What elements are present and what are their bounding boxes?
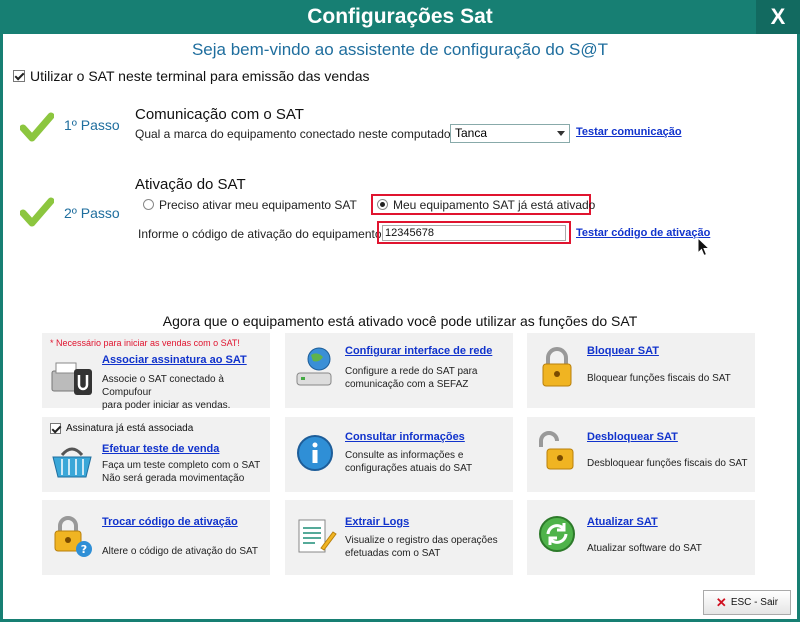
configurar-rede-link[interactable]: Configurar interface de rede (345, 345, 492, 357)
extrair-logs-desc: Visualize o registro das operações efetu… (345, 534, 510, 560)
card-atualizar-sat: Atualizar SAT Atualizar software do SAT (527, 500, 755, 575)
consultar-informacoes-desc: Consulte as informações e configurações … (345, 449, 510, 475)
lock-open-icon (539, 431, 574, 470)
step2-label: 2º Passo (64, 205, 120, 221)
close-button[interactable]: X (756, 0, 800, 34)
esc-exit-button[interactable]: ✕ ESC - Sair (703, 590, 791, 615)
test-communication-link[interactable]: Testar comunicação (576, 126, 682, 138)
logs-desc-line1: Visualize o registro das operações (345, 535, 498, 546)
radio-need-activation-button[interactable] (143, 199, 154, 210)
brand-select[interactable]: Tanca (450, 124, 570, 143)
activation-code-label: Informe o código de ativação do equipame… (138, 227, 385, 241)
network-globe-icon (296, 347, 332, 386)
brand-question: Qual a marca do equipamento conectado ne… (135, 127, 462, 141)
step2-check-icon (20, 197, 54, 227)
window-title: Configurações Sat (307, 5, 493, 28)
desbloquear-sat-link[interactable]: Desbloquear SAT (587, 431, 678, 443)
fiscal-printer-icon (51, 362, 92, 395)
radio-need-activation-label: Preciso ativar meu equipamento SAT (159, 198, 357, 212)
card-teste-venda: Assinatura já está associada Efetuar tes… (42, 417, 270, 492)
use-sat-checkbox-row[interactable]: Utilizar o SAT neste terminal para emiss… (13, 68, 370, 84)
title-bar: Configurações Sat X (0, 0, 800, 34)
esc-exit-label: ESC - Sair (730, 597, 779, 608)
card-bloquear-sat: Bloquear SAT Bloquear funções fiscais do… (527, 333, 755, 408)
bloquear-sat-desc: Bloquear funções fiscais do SAT (587, 373, 731, 384)
configurar-rede-desc: Configure a rede do SAT para comunicação… (345, 365, 510, 391)
test-activation-code-link[interactable]: Testar código de ativação (576, 227, 710, 239)
brand-select-value: Tanca (455, 126, 488, 140)
card-desbloquear-sat: Desbloquear SAT Desbloquear funções fisc… (527, 417, 755, 492)
atualizar-sat-desc: Atualizar software do SAT (587, 543, 702, 554)
mouse-cursor-icon (697, 237, 710, 257)
consultar-desc-line1: Consulte as informações e (345, 450, 464, 461)
step1-label: 1º Passo (64, 117, 120, 133)
log-document-icon (298, 519, 337, 553)
info-icon (297, 435, 333, 471)
bloquear-sat-link[interactable]: Bloquear SAT (587, 345, 659, 357)
assinatura-associada-label: Assinatura já está associada (66, 423, 194, 434)
required-note: * Necessário para iniciar as vendas com … (50, 338, 240, 348)
use-sat-checkbox[interactable] (13, 70, 25, 82)
rede-desc-line1: Configure a rede do SAT para (345, 366, 478, 377)
teste-desc-line2: Não será gerada movimentação (102, 473, 245, 484)
trocar-codigo-desc: Altere o código de ativação do SAT (102, 546, 259, 557)
activation-code-input[interactable]: 12345678 (382, 225, 566, 241)
svg-text:?: ? (81, 543, 87, 556)
use-sat-label: Utilizar o SAT neste terminal para emiss… (30, 68, 370, 84)
card-extrair-logs: Extrair Logs Visualize o registro das op… (285, 500, 513, 575)
functions-heading: Agora que o equipamento está ativado voc… (162, 313, 638, 329)
welcome-heading: Seja bem-vindo ao assistente de configur… (191, 40, 609, 59)
assinatura-associada-checkbox[interactable] (50, 423, 61, 434)
card-trocar-codigo: ? Trocar código de ativação Altere o cód… (42, 500, 270, 575)
step1-check-icon (20, 112, 54, 142)
associar-assinatura-link[interactable]: Associar assinatura ao SAT (102, 354, 247, 366)
close-icon: ✕ (715, 594, 727, 610)
step1-title: Comunicação com o SAT (135, 106, 304, 123)
desbloquear-sat-desc: Desbloquear funções fiscais do SAT (587, 458, 748, 469)
lock-help-icon: ? (54, 516, 92, 557)
trocar-codigo-link[interactable]: Trocar código de ativação (102, 516, 238, 528)
radio-already-activated-button[interactable] (377, 199, 388, 210)
consultar-informacoes-link[interactable]: Consultar informações (345, 431, 465, 443)
teste-venda-link[interactable]: Efetuar teste de venda (102, 443, 219, 455)
radio-need-activation[interactable]: Preciso ativar meu equipamento SAT (143, 198, 357, 212)
refresh-icon (539, 516, 575, 552)
teste-venda-desc: Faça um teste completo com o SAT Não ser… (102, 459, 267, 485)
associar-desc-line1: Associe o SAT conectado à Compufour (102, 374, 224, 398)
consultar-desc-line2: configurações atuais do SAT (345, 463, 473, 474)
radio-already-activated[interactable]: Meu equipamento SAT já está ativado (377, 198, 595, 212)
card-configurar-rede: Configurar interface de rede Configure a… (285, 333, 513, 408)
associar-assinatura-desc: Associe o SAT conectado à Compufour para… (102, 373, 267, 412)
chevron-down-icon (557, 131, 565, 136)
extrair-logs-link[interactable]: Extrair Logs (345, 516, 409, 528)
teste-desc-line1: Faça um teste completo com o SAT (102, 460, 261, 471)
atualizar-sat-link[interactable]: Atualizar SAT (587, 516, 658, 528)
lock-closed-icon (542, 347, 572, 387)
logs-desc-line2: efetuadas com o SAT (345, 548, 441, 559)
radio-already-activated-label: Meu equipamento SAT já está ativado (393, 198, 596, 212)
card-consultar-informacoes: Consultar informações Consulte as inform… (285, 417, 513, 492)
associar-desc-line2: para poder iniciar as vendas. (102, 400, 231, 411)
rede-desc-line2: comunicação com a SEFAZ (345, 379, 469, 390)
shopping-basket-icon (52, 447, 92, 478)
assinatura-associada-checkbox-row[interactable]: Assinatura já está associada (50, 423, 193, 434)
step2-title: Ativação do SAT (135, 176, 246, 193)
card-associar-assinatura: * Necessário para iniciar as vendas com … (42, 333, 270, 411)
